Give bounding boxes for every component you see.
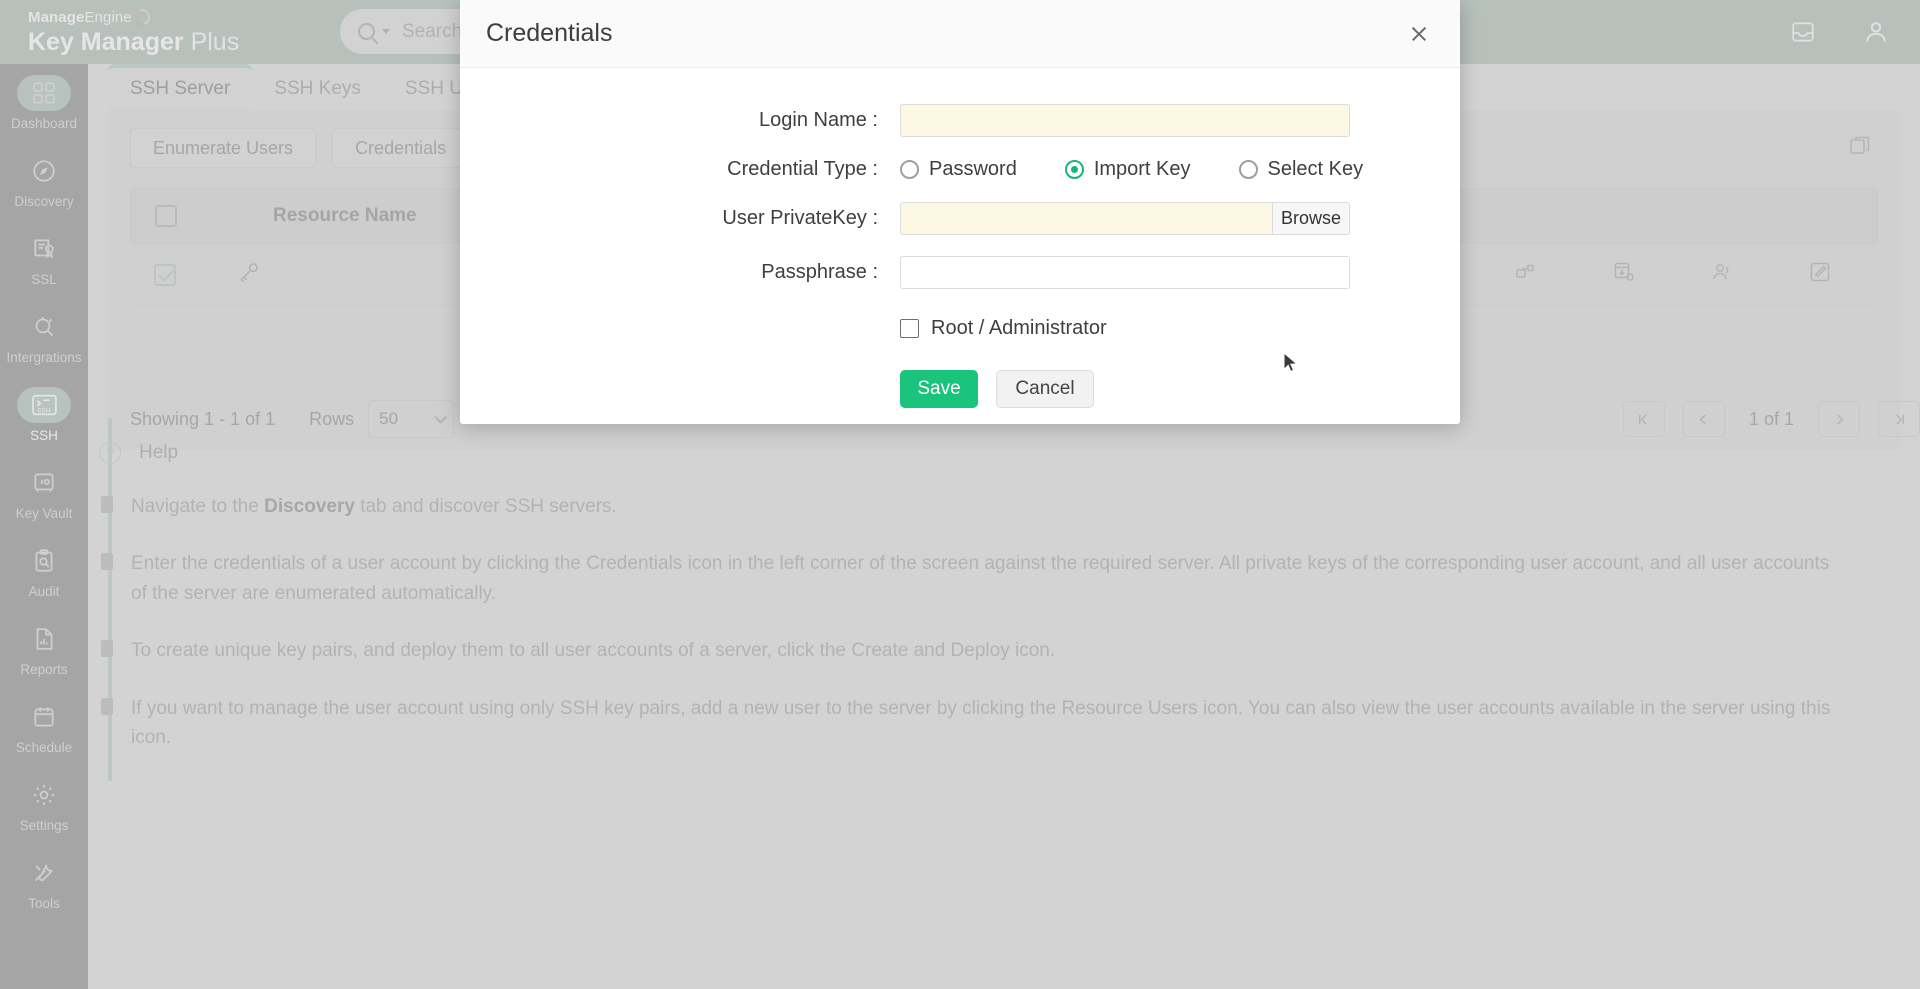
credentials-dialog: Credentials Login Name : Credential Type… (460, 0, 1460, 424)
radio-button-select-key[interactable] (1239, 160, 1258, 179)
private-key-label: User PrivateKey : (460, 207, 900, 230)
radio-button-import-key[interactable] (1065, 160, 1084, 179)
root-administrator-option[interactable]: Root / Administrator (900, 317, 1107, 340)
root-administrator-label: Root / Administrator (931, 317, 1107, 340)
login-name-label: Login Name : (460, 109, 900, 132)
radio-label-select-key: Select Key (1268, 158, 1364, 181)
radio-option-select-key[interactable]: Select Key (1239, 158, 1364, 181)
radio-label-import-key: Import Key (1094, 158, 1191, 181)
credential-type-radio-group: Password Import Key Select Key (900, 158, 1363, 181)
passphrase-row: Passphrase : (460, 256, 1460, 289)
credential-type-row: Credential Type : Password Import Key Se… (460, 158, 1460, 181)
login-name-row: Login Name : (460, 104, 1460, 137)
dialog-actions: Save Cancel (460, 370, 1460, 408)
mouse-cursor (1283, 352, 1299, 374)
radio-button-password[interactable] (900, 160, 919, 179)
dialog-header: Credentials (460, 0, 1460, 68)
dialog-title: Credentials (486, 19, 612, 48)
root-administrator-row: Root / Administrator (460, 317, 1460, 340)
browse-button[interactable]: Browse (1272, 202, 1350, 235)
save-button[interactable]: Save (900, 370, 978, 408)
login-name-input[interactable] (900, 104, 1350, 137)
root-administrator-checkbox[interactable] (900, 319, 919, 338)
credential-type-label: Credential Type : (460, 158, 900, 181)
radio-option-import-key[interactable]: Import Key (1065, 158, 1191, 181)
radio-option-password[interactable]: Password (900, 158, 1017, 181)
dialog-body: Login Name : Credential Type : Password … (460, 68, 1460, 424)
application-window: ManageEngine Key Manager Plus Search (0, 0, 1920, 989)
radio-label-password: Password (929, 158, 1017, 181)
private-key-input[interactable] (900, 202, 1272, 235)
form-spacer (460, 370, 900, 408)
passphrase-label: Passphrase : (460, 261, 900, 284)
passphrase-input[interactable] (900, 256, 1350, 289)
close-icon[interactable] (1404, 19, 1434, 49)
private-key-row: User PrivateKey : Browse (460, 202, 1460, 235)
cancel-button[interactable]: Cancel (996, 370, 1094, 408)
